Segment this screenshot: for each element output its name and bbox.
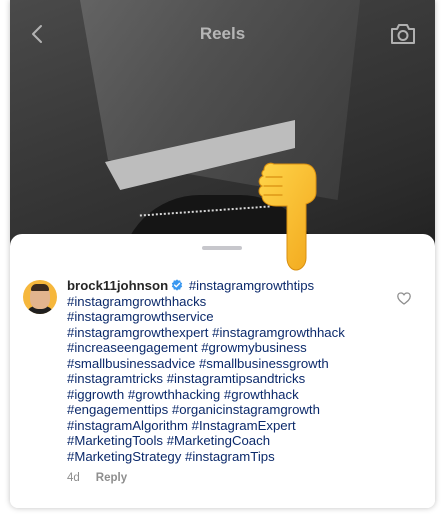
hashtag-link[interactable]: #instagramtipsandtricks bbox=[167, 371, 306, 386]
hashtag-link[interactable]: #instagramgrowthhacks bbox=[67, 294, 206, 309]
hashtag-link[interactable]: #instagramgrowthtips bbox=[189, 278, 314, 293]
hashtag-link[interactable]: #organicinstagramgrowth bbox=[172, 402, 320, 417]
hashtag-link[interactable]: #instagramgrowthhack bbox=[212, 325, 345, 340]
sheet-grabber-handle[interactable] bbox=[202, 246, 242, 250]
hashtag-link[interactable]: #growmybusiness bbox=[201, 340, 307, 355]
hashtag-link[interactable]: #MarketingCoach bbox=[167, 433, 270, 448]
reply-button[interactable]: Reply bbox=[96, 472, 127, 484]
verified-badge-icon bbox=[171, 279, 183, 291]
hashtag-link[interactable]: #growthhack bbox=[224, 387, 299, 402]
comment-username[interactable]: brock11johnson bbox=[67, 278, 168, 293]
top-bar: Reels bbox=[10, 0, 435, 70]
hashtag-link[interactable]: #instagramtricks bbox=[67, 371, 163, 386]
hashtag-link[interactable]: #MarketingStrategy bbox=[67, 449, 181, 464]
avatar[interactable] bbox=[23, 280, 57, 314]
hashtag-link[interactable]: #instagramTips bbox=[185, 449, 275, 464]
hashtag-link[interactable]: #InstagramExpert bbox=[192, 418, 296, 433]
hashtag-link[interactable]: #smallbusinessgrowth bbox=[199, 356, 329, 371]
hashtag-link[interactable]: #iggrowth bbox=[67, 387, 124, 402]
comment-meta: 4d Reply bbox=[67, 472, 127, 484]
hashtag-link[interactable]: #increaseengagement bbox=[67, 340, 198, 355]
reels-comment-screen: Reels brock11johnson #instagramgrowthtip… bbox=[10, 0, 435, 508]
heart-outline-icon[interactable] bbox=[397, 292, 411, 305]
comment-text: brock11johnson #instagramgrowthtips #ins… bbox=[67, 278, 387, 464]
hashtag-link[interactable]: #engagementtips bbox=[67, 402, 168, 417]
hashtag-link[interactable]: #growthhacking bbox=[128, 387, 220, 402]
camera-icon[interactable] bbox=[390, 22, 416, 46]
hashtag-link[interactable]: #smallbusinessadvice bbox=[67, 356, 195, 371]
hashtag-link[interactable]: #MarketingTools bbox=[67, 433, 163, 448]
comment-timestamp: 4d bbox=[67, 472, 80, 484]
hashtag-link[interactable]: #instagramgrowthexpert bbox=[67, 325, 208, 340]
pointing-down-hand-emoji bbox=[258, 162, 317, 271]
hashtag-link[interactable]: #instagramgrowthservice bbox=[67, 309, 214, 324]
hashtag-link[interactable]: #instagramAlgorithm bbox=[67, 418, 188, 433]
comments-sheet: brock11johnson #instagramgrowthtips #ins… bbox=[10, 234, 435, 508]
page-title: Reels bbox=[199, 24, 246, 43]
